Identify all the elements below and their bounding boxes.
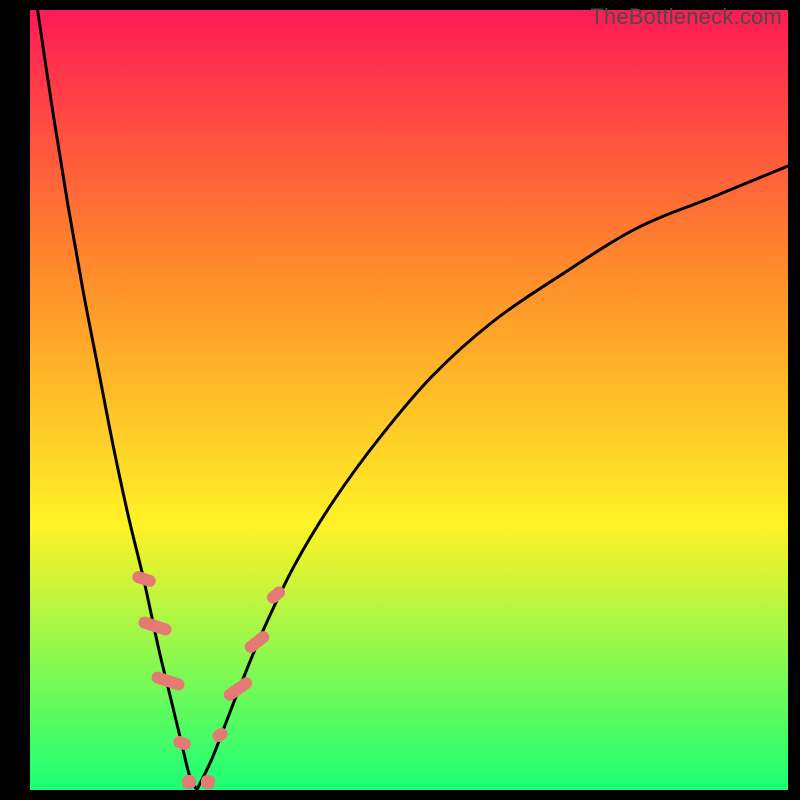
curve-svg (30, 10, 788, 790)
curve-left-branch (38, 10, 197, 790)
watermark-text: TheBottleneck.com (590, 4, 782, 30)
curve-right-branch (197, 166, 788, 790)
curve-marker (182, 775, 196, 789)
curve-marker (201, 775, 215, 789)
plot-area (30, 10, 788, 790)
outer-frame: TheBottleneck.com (0, 0, 800, 800)
